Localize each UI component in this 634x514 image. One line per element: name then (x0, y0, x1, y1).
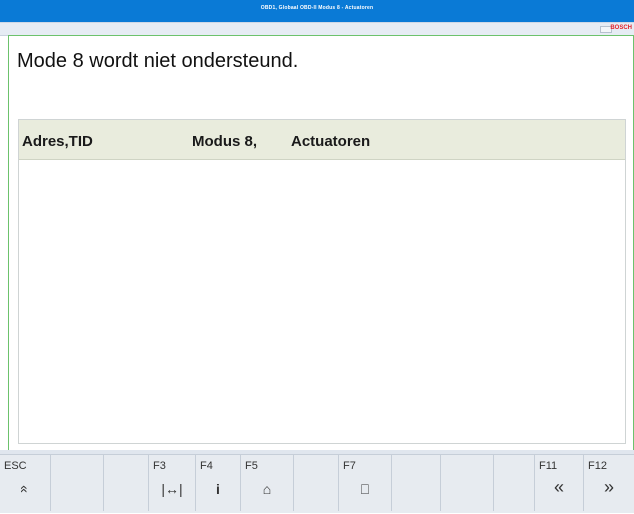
message-text: Mode 8 wordt niet ondersteund. (17, 50, 299, 72)
fkey-label: F12 (588, 460, 607, 472)
fkey-empty-3[interactable] (294, 455, 339, 511)
esc-button[interactable]: ESC « (0, 455, 51, 511)
fkey-empty-2[interactable] (104, 455, 149, 511)
chevron-double-right-icon: » (603, 477, 614, 497)
f12-button[interactable]: F12 » (584, 455, 634, 511)
chevron-double-left-icon: « (553, 477, 564, 497)
print-icon: ⎕ (360, 481, 370, 497)
fkey-label: F3 (153, 460, 166, 472)
car-icon: ⌂ (262, 481, 272, 497)
function-key-bar: ESC « F3 |↔| F4 i F5 ⌂ F7 ⎕ F11 « F12 » (0, 454, 634, 513)
message-panel: Mode 8 wordt niet ondersteund. (11, 38, 631, 114)
f7-button[interactable]: F7 ⎕ (339, 455, 392, 511)
fkey-empty-6[interactable] (494, 455, 535, 511)
f3-button[interactable]: F3 |↔| (149, 455, 196, 511)
f5-button[interactable]: F5 ⌂ (241, 455, 294, 511)
title-bar: OBD1, Globaal OBD-II Modus 8 - Actuatore… (0, 0, 634, 23)
fkey-empty-5[interactable] (441, 455, 494, 511)
main-frame: Mode 8 wordt niet ondersteund. Adres,TID… (8, 35, 634, 451)
fkey-label: F4 (200, 460, 213, 472)
column-header-actuators: Actuatoren (291, 133, 371, 150)
f11-button[interactable]: F11 « (535, 455, 584, 511)
fkey-label: F5 (245, 460, 258, 472)
fkey-empty-4[interactable] (392, 455, 441, 511)
results-table: Adres,TID Modus 8, Actuatoren (18, 119, 626, 444)
f4-button[interactable]: F4 i (196, 455, 241, 511)
table-header: Adres,TID Modus 8, Actuatoren (19, 120, 625, 160)
column-header-address-tid: Adres,TID (22, 133, 93, 150)
brand-logo: BOSCH (610, 25, 632, 31)
chevron-double-up-icon: « (17, 485, 33, 493)
column-header-mode: Modus 8, (192, 133, 258, 150)
info-icon: i (216, 481, 220, 497)
window-title: OBD1, Globaal OBD-II Modus 8 - Actuatore… (260, 5, 374, 11)
fkey-empty-1[interactable] (51, 455, 104, 511)
fkey-label: F7 (343, 460, 356, 472)
fkey-label: F11 (539, 460, 558, 472)
measure-icon: |↔| (161, 481, 183, 497)
